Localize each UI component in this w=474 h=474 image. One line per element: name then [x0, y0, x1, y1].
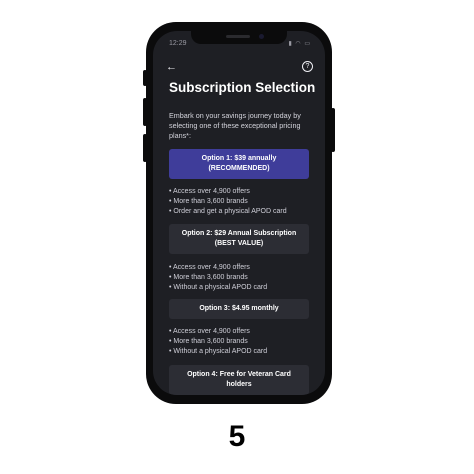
phone-screen: 12:29 ▮ ◠ ▭ ← ? Subscription Selection E… [153, 31, 325, 395]
page-title: Subscription Selection [169, 80, 316, 95]
option-3-label: Option 3: $4.95 monthly [199, 305, 279, 312]
list-item: • More than 3,600 brands [169, 274, 248, 281]
back-arrow-icon[interactable]: ← [166, 61, 177, 73]
list-item: • Without a physical APOD card [169, 284, 268, 291]
option-1-features: • Access over 4,900 offers • More than 3… [169, 187, 287, 217]
list-item: • Access over 4,900 offers [169, 188, 250, 195]
option-3-button[interactable]: Option 3: $4.95 monthly [169, 299, 309, 319]
option-1-label: Option 1: $39 annually [201, 155, 277, 162]
option-2-label: Option 2: $29 Annual Subscription [181, 230, 297, 237]
notch [191, 31, 287, 44]
list-item: • More than 3,600 brands [169, 338, 248, 345]
speaker [226, 35, 250, 38]
page-number: 5 [228, 420, 246, 453]
list-item: • More than 3,600 brands [169, 198, 248, 205]
camera-icon [259, 34, 264, 39]
option-4-label: Option 4: Free for Veteran Card [187, 371, 291, 378]
help-icon[interactable]: ? [302, 61, 313, 72]
option-3-features: • Access over 4,900 offers • More than 3… [169, 327, 267, 357]
list-item: • Without a physical APOD card [169, 348, 268, 355]
list-item: • Access over 4,900 offers [169, 328, 250, 335]
status-icons: ▮ ◠ ▭ [288, 41, 311, 47]
intro-text: Embark on your savings journey today by … [169, 111, 301, 140]
status-time: 12:29 [169, 40, 187, 47]
list-item: • Access over 4,900 offers [169, 264, 250, 271]
option-1-tag: (RECOMMENDED) [208, 165, 270, 172]
option-4-tag: holders [226, 381, 252, 388]
option-1-button[interactable]: Option 1: $39 annually (RECOMMENDED) [169, 149, 309, 179]
option-2-tag: (BEST VALUE) [214, 240, 264, 247]
option-2-button[interactable]: Option 2: $29 Annual Subscription (BEST … [169, 224, 309, 254]
list-item: • Order and get a physical APOD card [169, 208, 287, 215]
option-2-features: • Access over 4,900 offers • More than 3… [169, 263, 267, 293]
option-4-button[interactable]: Option 4: Free for Veteran Card holders [169, 365, 309, 395]
